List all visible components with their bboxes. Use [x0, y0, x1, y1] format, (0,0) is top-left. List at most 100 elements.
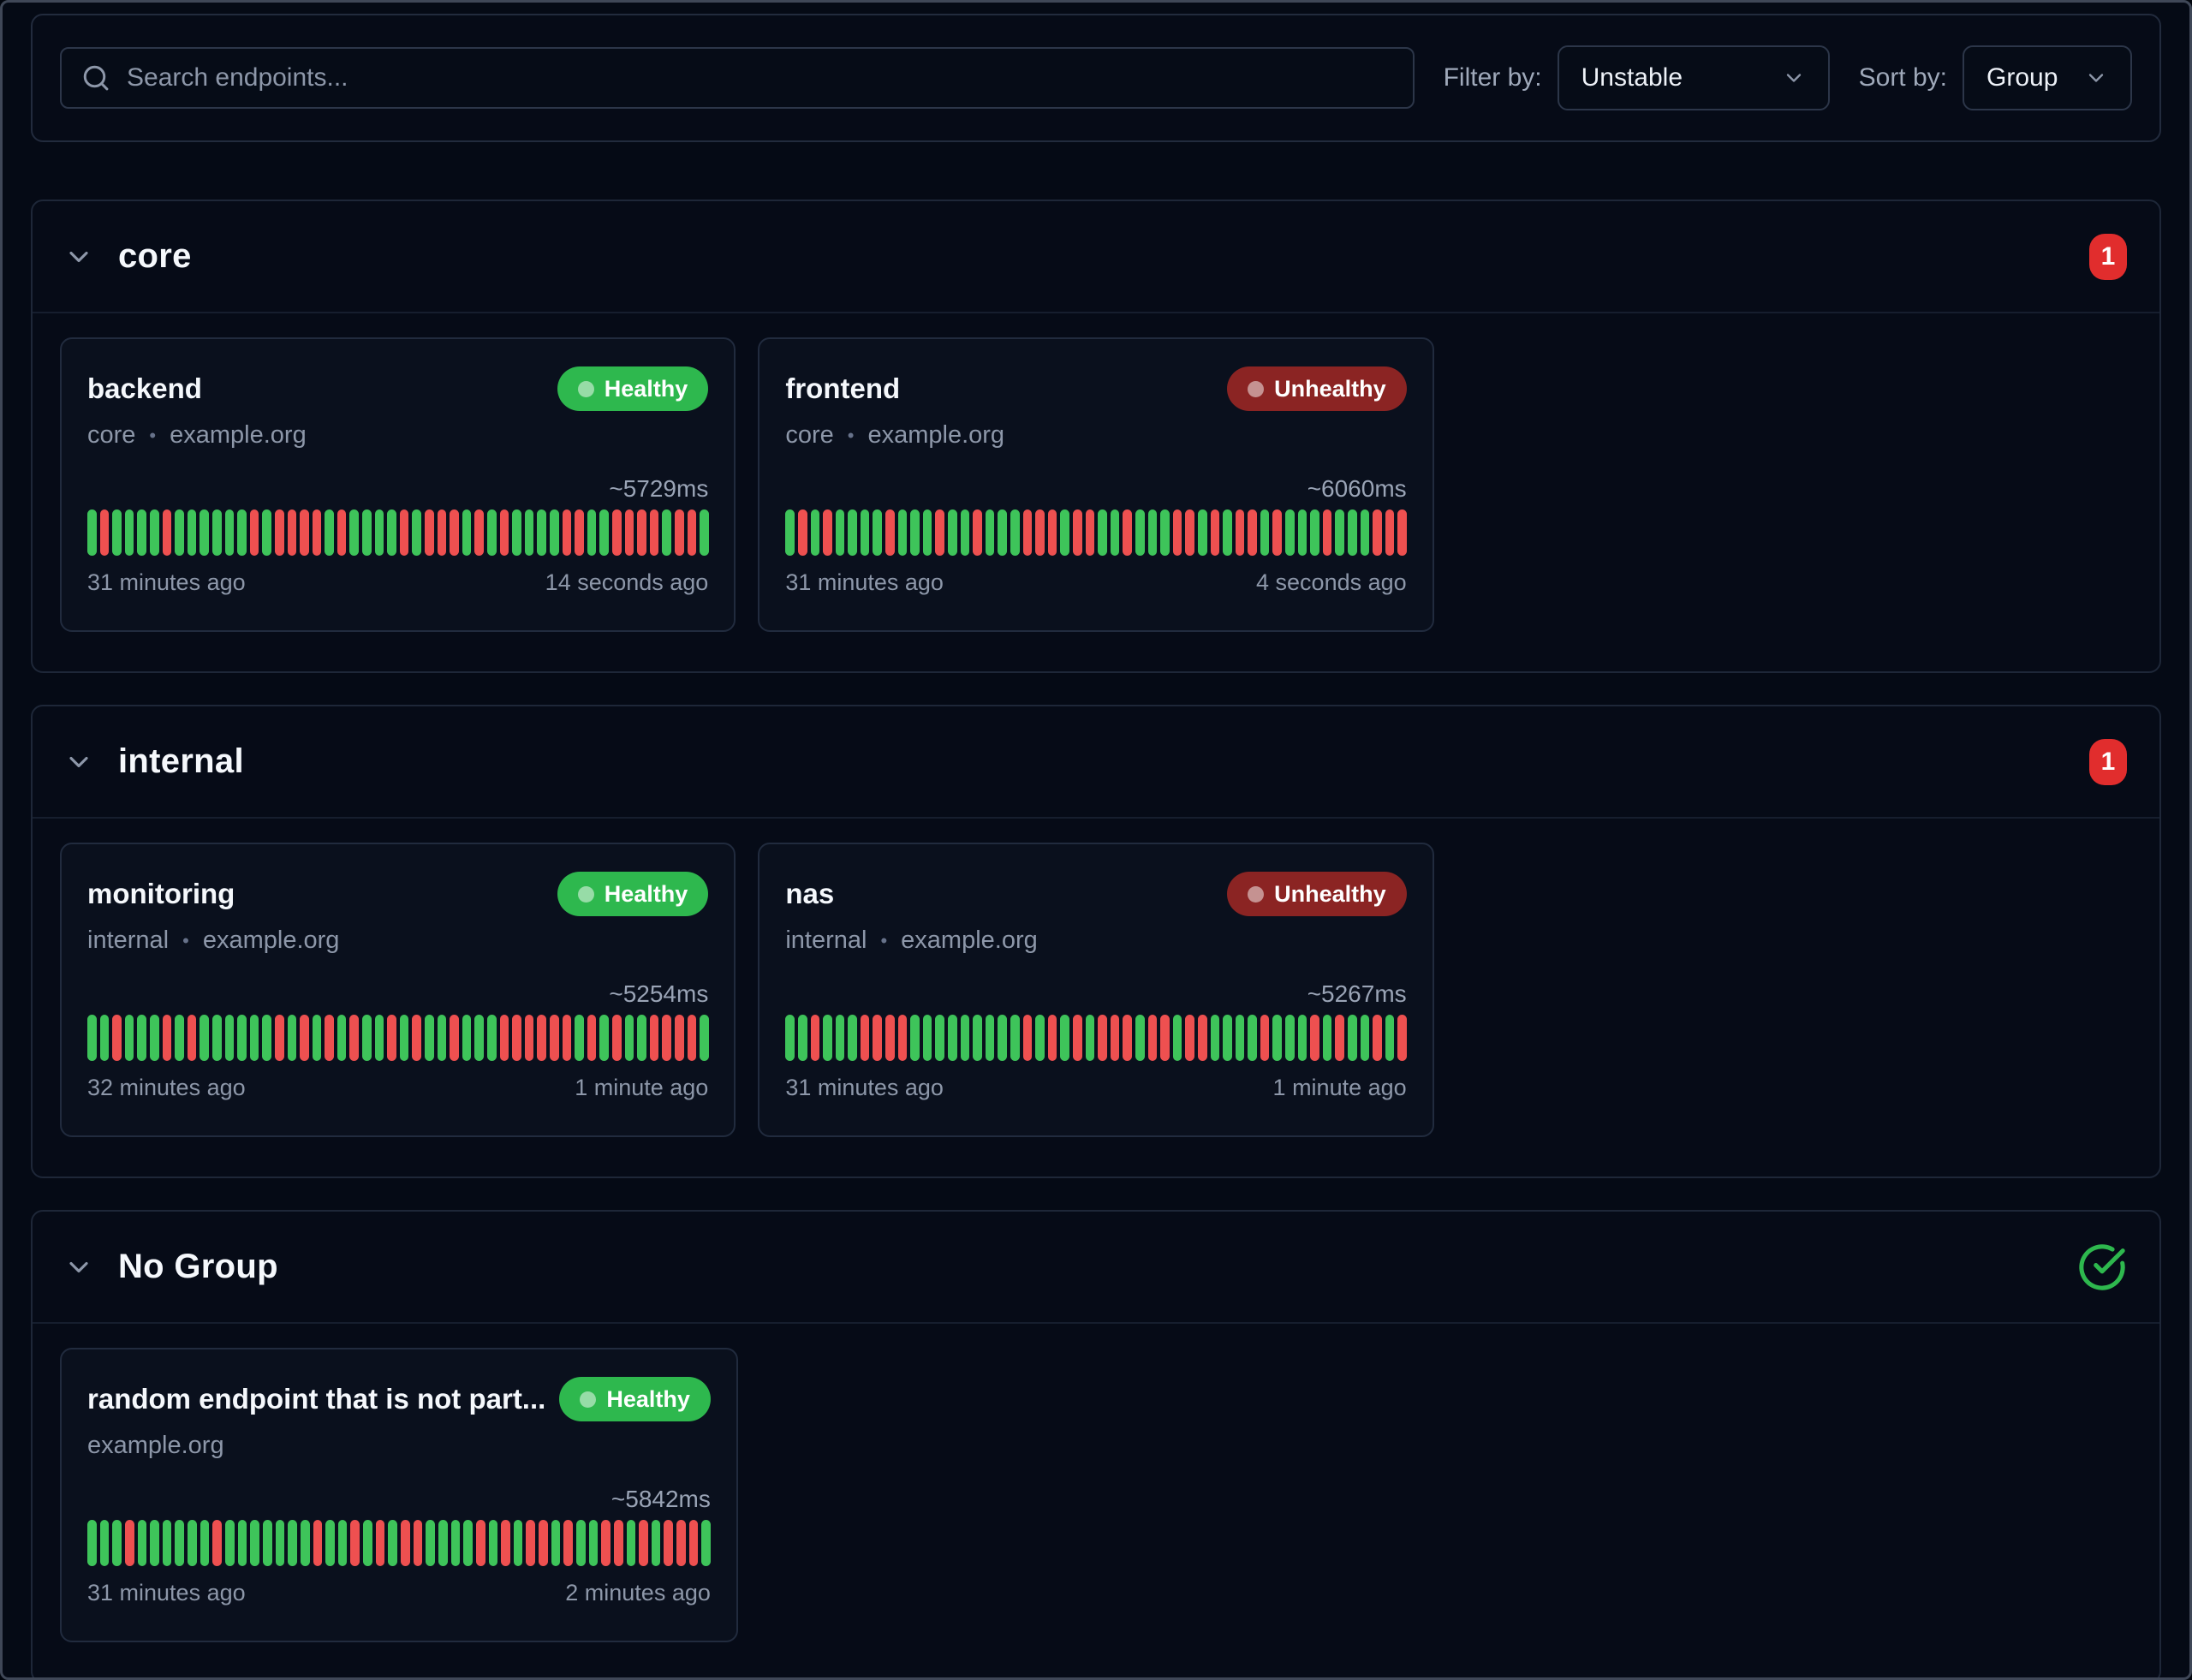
- health-history-bars[interactable]: [87, 509, 708, 556]
- health-history-bars[interactable]: [785, 509, 1406, 556]
- health-bar: [576, 1520, 586, 1566]
- health-bar: [1211, 509, 1220, 556]
- health-bar: [539, 1520, 548, 1566]
- health-bar: [188, 509, 197, 556]
- health-bar: [362, 1015, 372, 1061]
- status-badge: Healthy: [557, 872, 709, 916]
- status-dot-icon: [1248, 381, 1264, 397]
- health-bar: [325, 1015, 334, 1061]
- group-section: core 1 backend Healthy core • example.or…: [31, 200, 2161, 673]
- health-bar: [650, 509, 659, 556]
- health-bar: [313, 1520, 323, 1566]
- health-bar: [1160, 1015, 1170, 1061]
- endpoint-card[interactable]: backend Healthy core • example.org ~5729…: [60, 337, 736, 632]
- endpoint-group: core: [87, 421, 135, 450]
- health-bar: [337, 509, 347, 556]
- health-bar: [550, 509, 559, 556]
- health-bar: [462, 509, 472, 556]
- group-header[interactable]: No Group: [33, 1212, 2159, 1324]
- health-bar: [238, 1520, 247, 1566]
- status-badge: Healthy: [559, 1377, 711, 1421]
- search-input[interactable]: [127, 63, 1394, 92]
- health-bar: [1148, 1015, 1158, 1061]
- health-bar: [986, 509, 995, 556]
- health-bar: [438, 509, 447, 556]
- health-history-bars[interactable]: [785, 1015, 1406, 1061]
- health-bar: [599, 509, 609, 556]
- endpoint-card-footer: 31 minutes ago 14 seconds ago: [87, 569, 708, 596]
- health-bar: [474, 509, 484, 556]
- group-header[interactable]: core 1: [33, 201, 2159, 313]
- health-bar: [463, 1520, 473, 1566]
- health-bar: [898, 509, 908, 556]
- health-bar: [338, 1520, 348, 1566]
- oldest-timestamp: 31 minutes ago: [785, 1075, 944, 1101]
- filter-select[interactable]: Unstable: [1558, 45, 1830, 110]
- response-time: ~5254ms: [87, 980, 708, 1008]
- endpoint-card[interactable]: monitoring Healthy internal • example.or…: [60, 843, 736, 1137]
- sort-select[interactable]: Group: [1963, 45, 2132, 110]
- health-bar: [601, 1520, 611, 1566]
- health-bar: [861, 1015, 870, 1061]
- health-bar: [948, 509, 957, 556]
- search-box[interactable]: [60, 47, 1415, 109]
- health-bar: [489, 1520, 498, 1566]
- endpoint-card[interactable]: frontend Unhealthy core • example.org ~6…: [758, 337, 1433, 632]
- status-badge: Unhealthy: [1227, 366, 1407, 411]
- health-bar: [1010, 509, 1020, 556]
- health-bar: [836, 509, 845, 556]
- health-bar: [688, 509, 697, 556]
- health-bar: [349, 1015, 359, 1061]
- health-bar: [873, 1015, 882, 1061]
- endpoint-card-footer: 31 minutes ago 4 seconds ago: [785, 569, 1406, 596]
- health-bar: [1397, 1015, 1407, 1061]
- group-section: No Group random endpoint that is not par…: [31, 1210, 2161, 1680]
- status-badge: Unhealthy: [1227, 872, 1407, 916]
- health-bar: [1048, 1015, 1057, 1061]
- endpoint-group: internal: [785, 926, 867, 955]
- health-bar: [1285, 509, 1295, 556]
- health-bar: [811, 509, 820, 556]
- health-bar: [288, 1015, 297, 1061]
- health-bar: [250, 509, 259, 556]
- endpoint-host: example.org: [203, 926, 340, 955]
- health-history-bars[interactable]: [87, 1520, 711, 1566]
- health-bar: [811, 1015, 820, 1061]
- health-bar: [664, 1520, 673, 1566]
- health-bar: [200, 1015, 209, 1061]
- group-header[interactable]: internal 1: [33, 706, 2159, 819]
- status-label: Healthy: [605, 376, 688, 402]
- health-bar: [400, 1015, 409, 1061]
- health-bar: [237, 509, 247, 556]
- health-history-bars[interactable]: [87, 1015, 708, 1061]
- health-bar: [575, 1015, 584, 1061]
- health-bar: [823, 1015, 832, 1061]
- toolbar: Filter by: Unstable Sort by: Group: [31, 14, 2161, 142]
- health-bar: [526, 1520, 535, 1566]
- endpoint-card-top: random endpoint that is not part... Heal…: [87, 1377, 711, 1421]
- health-bar: [848, 1015, 857, 1061]
- health-bar: [1272, 1015, 1282, 1061]
- endpoint-card-footer: 32 minutes ago 1 minute ago: [87, 1075, 708, 1101]
- health-bar: [836, 1015, 845, 1061]
- health-bar: [225, 509, 235, 556]
- health-bar: [500, 509, 509, 556]
- health-bar: [188, 1015, 197, 1061]
- health-bar: [1348, 1015, 1357, 1061]
- health-bar: [1060, 509, 1069, 556]
- health-bar: [313, 1015, 322, 1061]
- health-bar: [514, 1520, 523, 1566]
- status-dashboard: Filter by: Unstable Sort by: Group core …: [0, 0, 2192, 1680]
- health-bar: [587, 1015, 597, 1061]
- health-bar: [150, 1520, 159, 1566]
- health-bar: [1285, 1015, 1295, 1061]
- health-bar: [1135, 1015, 1145, 1061]
- chevron-down-icon: [63, 1252, 94, 1283]
- health-bar: [100, 1520, 110, 1566]
- health-bar: [885, 1015, 895, 1061]
- endpoint-card[interactable]: nas Unhealthy internal • example.org ~52…: [758, 843, 1433, 1137]
- status-dot-icon: [578, 886, 594, 903]
- endpoint-card[interactable]: random endpoint that is not part... Heal…: [60, 1348, 738, 1642]
- health-bar: [676, 1520, 686, 1566]
- health-bar: [425, 1015, 434, 1061]
